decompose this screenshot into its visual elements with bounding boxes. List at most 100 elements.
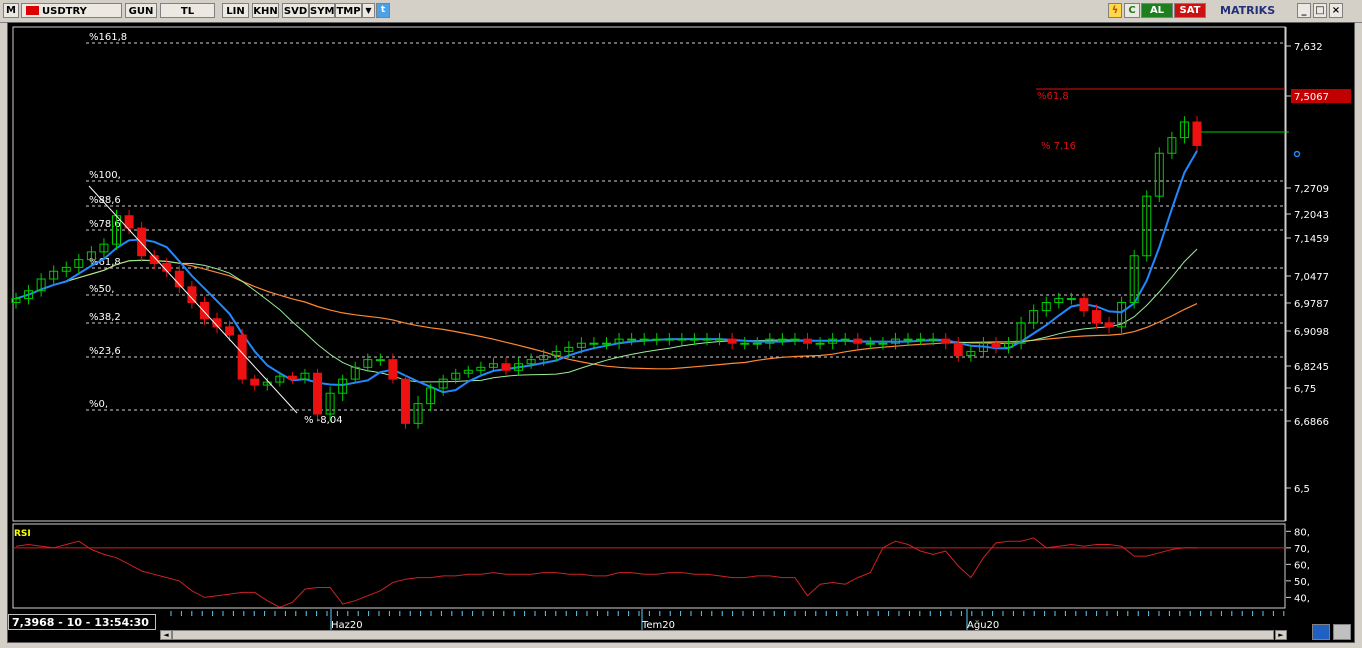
rsi-label: RSI bbox=[14, 529, 31, 539]
fib-label: %0, bbox=[89, 399, 108, 410]
candle-body bbox=[740, 342, 750, 345]
price-scale-label: 7,632 bbox=[1294, 42, 1323, 53]
candle-body bbox=[237, 334, 247, 380]
refresh-c-button[interactable]: C bbox=[1124, 3, 1140, 18]
candle-body bbox=[702, 338, 712, 341]
moving-averages bbox=[15, 150, 1198, 394]
rsi-border bbox=[12, 523, 1286, 609]
candle-body bbox=[250, 378, 260, 386]
plot-border bbox=[12, 26, 1286, 522]
price-scale-label: 7,5067 bbox=[1294, 92, 1329, 103]
candle-body bbox=[1091, 310, 1101, 324]
current-marker-icon bbox=[1293, 150, 1301, 158]
price-scale-label: 6,9787 bbox=[1294, 299, 1329, 310]
candle-body bbox=[715, 338, 725, 341]
settings-icon[interactable] bbox=[1333, 624, 1351, 640]
buy-al-button[interactable]: AL bbox=[1141, 3, 1173, 18]
candle-body bbox=[777, 338, 787, 341]
candle-body bbox=[388, 359, 398, 380]
price-chart[interactable]: %161,8%100,%88,6%78,6%61,8%50,%38,2%23,6… bbox=[8, 23, 1354, 642]
candle-body bbox=[664, 338, 674, 341]
rsi-scale-label: 50, bbox=[1294, 577, 1310, 588]
scroll-left-arrow[interactable]: ◄ bbox=[160, 630, 172, 640]
status-readout: 7,3968 - 10 - 13:54:30 bbox=[8, 614, 156, 630]
candle-body bbox=[916, 338, 926, 341]
sell-sat-button[interactable]: SAT bbox=[1174, 3, 1206, 18]
maximize-icon[interactable]: □ bbox=[1313, 3, 1327, 18]
fib-label: %100, bbox=[89, 170, 121, 181]
scale-lin-button[interactable]: LIN bbox=[222, 3, 249, 18]
candle-body bbox=[752, 342, 762, 345]
brand-logo: MATRIKS bbox=[1220, 4, 1276, 17]
price-scale-label: 6,8245 bbox=[1294, 362, 1329, 373]
minimize-icon[interactable]: _ bbox=[1297, 3, 1311, 18]
flag-icon bbox=[26, 6, 39, 15]
candle-body bbox=[602, 342, 611, 345]
price-scale-label: 6,9098 bbox=[1294, 327, 1329, 338]
fib-label: %38,2 bbox=[89, 312, 121, 323]
ma-mid-line bbox=[15, 248, 1198, 383]
candle-body bbox=[313, 372, 323, 415]
candle-body bbox=[928, 338, 938, 341]
low-percent-label: % -8,04 bbox=[304, 415, 343, 426]
rsi-scale-label: 70, bbox=[1294, 544, 1310, 555]
candle-body bbox=[815, 342, 825, 345]
khn-button[interactable]: KHN bbox=[252, 3, 279, 18]
candle-body bbox=[639, 338, 649, 341]
fib-extension-label: %61,8 bbox=[1037, 91, 1069, 102]
price-scale-label: 7,2043 bbox=[1294, 210, 1329, 221]
period-gun-button[interactable]: GUN bbox=[125, 3, 157, 18]
toolbar: M USDTRY GUN TL LIN KHN SVD SYM TMP ▼ t … bbox=[0, 0, 1362, 23]
candle-body bbox=[652, 338, 662, 341]
trend-line bbox=[88, 185, 298, 414]
candle-body bbox=[790, 338, 800, 341]
chart-frame[interactable]: %161,8 %100, %88,6 %78,6 %61,8 %50, %38,2 %23,6… bbox=[7, 22, 1355, 643]
price-scale: 7,632 7,5067 7,2709 7,2043 7,1459 7,0477 6,978… bbox=[1285, 27, 1351, 521]
scroll-right-arrow[interactable]: ► bbox=[1275, 630, 1287, 640]
candle-body bbox=[589, 342, 599, 345]
rsi-panel: RSI 80, 70, 60, 50, 40, bbox=[12, 523, 1310, 609]
svd-button[interactable]: SVD bbox=[282, 3, 309, 18]
candle-body bbox=[375, 359, 385, 362]
symbol-label: USDTRY bbox=[42, 6, 87, 17]
candle-body bbox=[1066, 298, 1076, 301]
candlesticks bbox=[11, 116, 1202, 429]
price-scale-label: 7,2709 bbox=[1294, 184, 1329, 195]
high-percent-label: % 7,16 bbox=[1041, 141, 1076, 152]
currency-tl-button[interactable]: TL bbox=[160, 3, 215, 18]
price-scale-label: 6,75 bbox=[1294, 384, 1316, 395]
dropdown-arrow-icon[interactable]: ▼ bbox=[362, 3, 375, 18]
candle-body bbox=[903, 338, 913, 341]
candle-body bbox=[853, 338, 863, 344]
candle-body bbox=[1192, 121, 1202, 146]
fib-label: %23,6 bbox=[89, 346, 121, 357]
menu-m-button[interactable]: M bbox=[3, 3, 19, 18]
price-scale-label: 7,1459 bbox=[1294, 234, 1329, 245]
candle-body bbox=[865, 342, 875, 345]
candle-body bbox=[1104, 322, 1114, 328]
candle-body bbox=[137, 227, 147, 257]
navigator-icon[interactable] bbox=[1312, 624, 1330, 640]
price-scale-label: 6,6866 bbox=[1294, 417, 1329, 428]
candle-body bbox=[400, 378, 410, 424]
candle-body bbox=[803, 338, 813, 344]
fib-label: %88,6 bbox=[89, 195, 121, 206]
candle-body bbox=[225, 326, 235, 336]
price-scale-label: 7,0477 bbox=[1294, 272, 1329, 283]
candle-body bbox=[878, 342, 888, 345]
horizontal-scrollbar[interactable] bbox=[172, 630, 1274, 640]
fibonacci-lines: %161,8%100,%88,6%78,6%61,8%50,%38,2%23,6… bbox=[12, 26, 1289, 522]
sym-button[interactable]: SYM bbox=[309, 3, 335, 18]
annotations: % -8,04 % 7,16 bbox=[88, 141, 1301, 426]
rsi-scale-label: 60, bbox=[1294, 560, 1310, 571]
rsi-scale-label: 80, bbox=[1294, 527, 1310, 538]
candle-body bbox=[689, 338, 699, 341]
lightning-icon[interactable]: ϟ bbox=[1108, 3, 1122, 18]
tmp-button[interactable]: TMP bbox=[335, 3, 362, 18]
symbol-selector[interactable]: USDTRY bbox=[21, 3, 122, 18]
fib-label: %161,8 bbox=[89, 32, 127, 43]
candle-body bbox=[1079, 298, 1089, 312]
twitter-icon[interactable]: t bbox=[376, 3, 390, 18]
candle-body bbox=[501, 363, 511, 371]
close-icon[interactable]: × bbox=[1329, 3, 1343, 18]
